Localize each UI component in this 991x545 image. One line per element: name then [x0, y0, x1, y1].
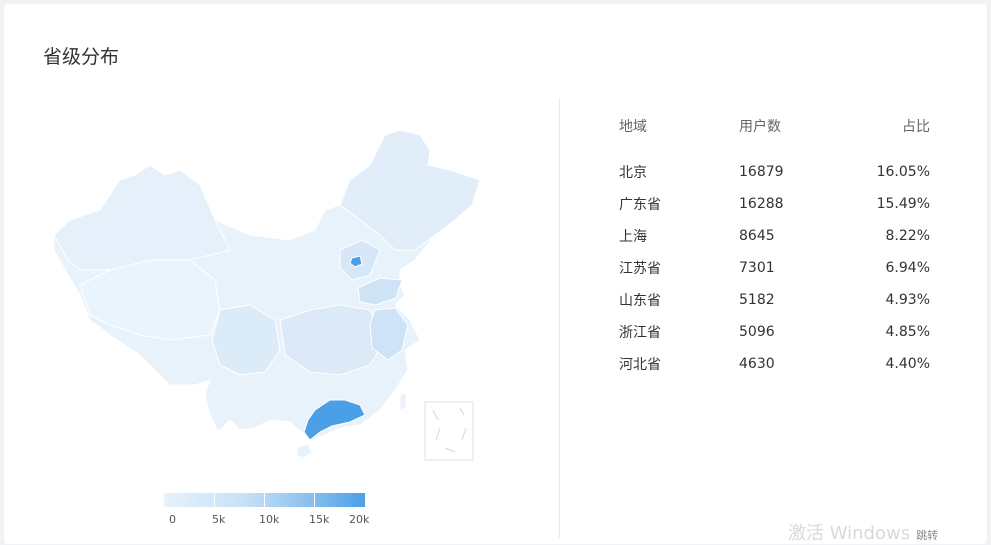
map-legend: 0 5k 10k 15k 20k — [164, 493, 374, 527]
cell-share: 4.85% — [885, 324, 930, 340]
cell-region: 北京 — [619, 165, 647, 181]
panel-title: 省级分布 — [43, 46, 120, 68]
cell-share: 6.94% — [885, 260, 930, 276]
south-china-sea-inset — [424, 401, 474, 461]
cell-region: 浙江省 — [619, 325, 661, 341]
table-row: 北京 16879 16.05% — [619, 156, 930, 188]
legend-label: 10k — [259, 513, 280, 526]
china-map — [40, 110, 500, 480]
cell-region: 江苏省 — [619, 261, 661, 277]
province-table: 地域 用户数 占比 北京 16879 16.05% 广东省 16288 15.4… — [619, 116, 930, 380]
legend-label: 20k — [349, 513, 370, 526]
map-region-taiwan — [399, 392, 407, 411]
table-row: 上海 8645 8.22% — [619, 220, 930, 252]
cell-share: 8.22% — [885, 228, 930, 244]
cell-users: 16879 — [739, 164, 784, 180]
cell-region: 山东省 — [619, 293, 661, 309]
cell-users: 5182 — [739, 292, 775, 308]
table-row: 河北省 4630 4.40% — [619, 348, 930, 380]
legend-label: 15k — [309, 513, 330, 526]
column-header-share[interactable]: 占比 — [859, 116, 930, 156]
china-map-svg — [53, 129, 481, 461]
legend-tick — [214, 493, 215, 507]
legend-tick — [314, 493, 315, 507]
table-header-row: 地域 用户数 占比 — [619, 116, 930, 156]
legend-label: 5k — [212, 513, 226, 526]
column-header-region[interactable]: 地域 — [619, 116, 739, 156]
cell-region: 广东省 — [619, 197, 661, 213]
cell-region: 上海 — [619, 229, 647, 245]
table-row: 山东省 5182 4.93% — [619, 284, 930, 316]
cell-share: 4.93% — [885, 292, 930, 308]
table-row: 江苏省 7301 6.94% — [619, 252, 930, 284]
column-header-users[interactable]: 用户数 — [739, 116, 859, 156]
table-row: 广东省 16288 15.49% — [619, 188, 930, 220]
legend-gradient-bar — [164, 493, 365, 507]
vertical-divider — [559, 98, 560, 538]
cell-users: 4630 — [739, 356, 775, 372]
cell-users: 5096 — [739, 324, 775, 340]
legend-label: 0 — [169, 513, 176, 526]
cell-users: 8645 — [739, 228, 775, 244]
cell-users: 7301 — [739, 260, 775, 276]
cell-share: 16.05% — [876, 164, 930, 180]
legend-tick — [264, 493, 265, 507]
map-region-northwest — [53, 164, 231, 271]
cell-region: 河北省 — [619, 357, 661, 373]
cell-share: 15.49% — [876, 196, 930, 212]
map-region-hainan — [295, 443, 313, 459]
legend-labels: 0 5k 10k 15k 20k — [164, 513, 374, 527]
watermark-link[interactable]: 跳转 — [916, 529, 938, 542]
cell-users: 16288 — [739, 196, 784, 212]
cell-share: 4.40% — [885, 356, 930, 372]
watermark-text: 激活 Windows — [788, 523, 911, 544]
table-row: 浙江省 5096 4.85% — [619, 316, 930, 348]
windows-activation-watermark: 激活 Windows 跳转 — [788, 519, 938, 545]
